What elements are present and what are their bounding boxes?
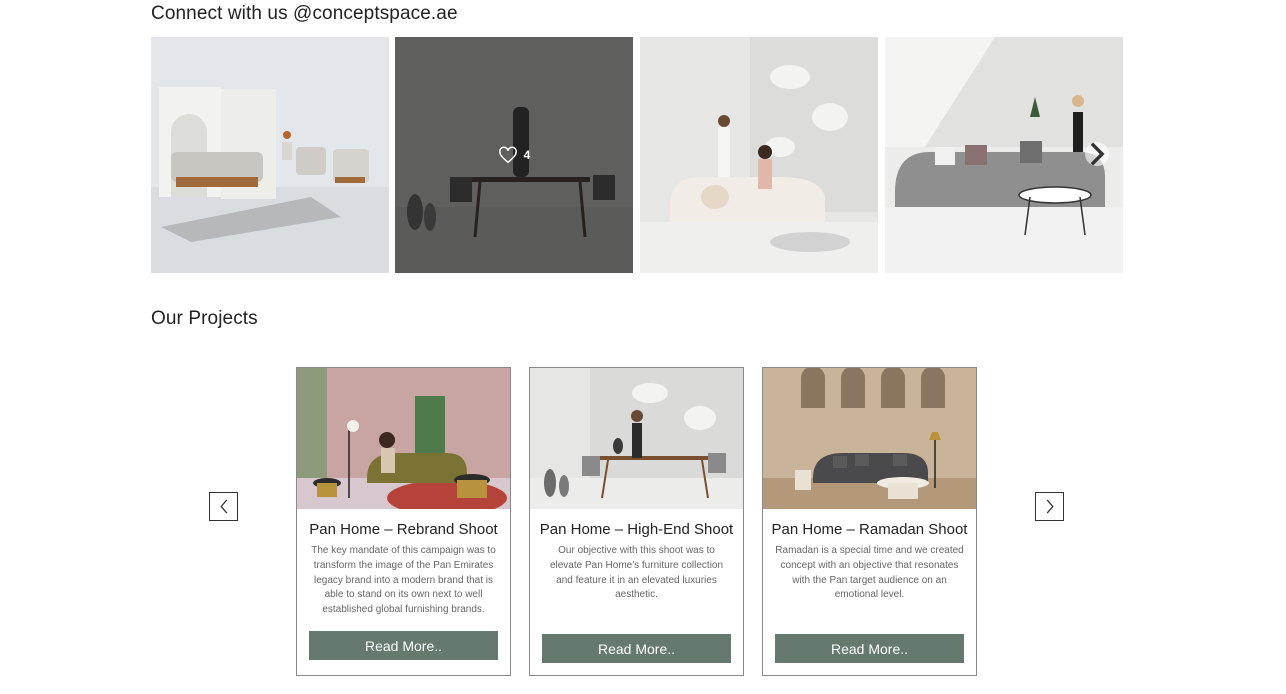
project-image (297, 368, 510, 509)
project-card: Pan Home – Ramadan Shoot Ramadan is a sp… (762, 367, 977, 676)
instagram-feed: 4 (151, 37, 1123, 273)
project-description: Ramadan is a special time and we created… (775, 545, 964, 601)
project-description: The key mandate of this campaign was to … (311, 545, 496, 616)
instagram-section-title: Connect with us @conceptspace.ae (151, 3, 458, 24)
instagram-image-1 (151, 37, 389, 273)
instagram-post-4[interactable] (885, 37, 1123, 273)
project-image (530, 368, 743, 509)
instagram-hover-overlay: 4 (395, 37, 633, 273)
project-title: Pan Home – Ramadan Shoot (771, 521, 968, 538)
project-title: Pan Home – Rebrand Shoot (309, 521, 498, 538)
read-more-button[interactable]: Read More.. (775, 634, 964, 663)
instagram-next-arrow[interactable] (1085, 142, 1109, 166)
instagram-image-3 (640, 37, 878, 273)
read-more-button[interactable]: Read More.. (542, 634, 731, 663)
chevron-right-icon (1046, 499, 1054, 514)
carousel-prev-button[interactable] (209, 492, 238, 521)
project-image (763, 368, 976, 509)
instagram-post-3[interactable] (640, 37, 878, 273)
project-title: Pan Home – High-End Shoot (539, 521, 734, 538)
project-card: Pan Home – High-End Shoot Our objective … (529, 367, 744, 676)
heart-icon (498, 146, 518, 164)
instagram-post-1[interactable] (151, 37, 389, 273)
chevron-right-icon (1090, 142, 1105, 166)
instagram-post-2[interactable]: 4 (395, 37, 633, 273)
project-card: Pan Home – Rebrand Shoot The key mandate… (296, 367, 511, 676)
like-count: 4 (523, 148, 531, 162)
chevron-left-icon (219, 499, 227, 514)
project-description: Our objective with this shoot was to ele… (549, 545, 724, 601)
read-more-button[interactable]: Read More.. (309, 631, 498, 660)
projects-section-title: Our Projects (151, 308, 258, 329)
carousel-next-button[interactable] (1035, 492, 1064, 521)
